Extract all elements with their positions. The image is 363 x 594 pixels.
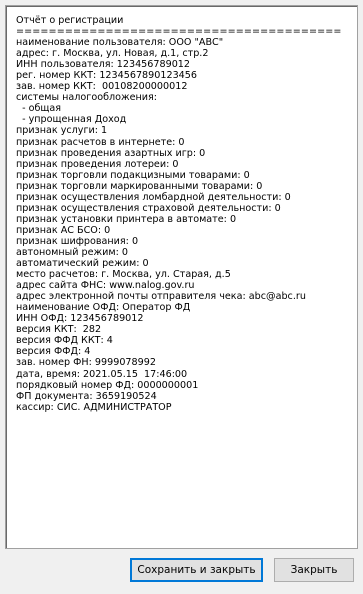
report-line: признак осуществления ломбардной деятель…	[16, 191, 291, 203]
dialog-footer: Сохранить и закрыть Закрыть	[0, 549, 363, 594]
report-text-area[interactable]: Отчёт о регистрации ====================…	[5, 5, 358, 549]
report-title: Отчёт о регистрации	[16, 15, 124, 26]
report-line: место расчетов: г. Москва, ул. Старая, д…	[16, 269, 231, 281]
report-line: ИНН пользователя: 123456789012	[16, 59, 191, 71]
report-line: версия ККТ: 282	[16, 324, 102, 336]
report-line: признак торговли подакцизными товарами: …	[16, 169, 250, 181]
close-button[interactable]: Закрыть	[274, 558, 354, 582]
report-line: кассир: СИС. АДМИНИСТРАТОР	[16, 401, 172, 413]
report-line: адрес: г. Москва, ул. Новая, д.1, стр.2	[16, 48, 209, 60]
report-line: версия ФФД ККТ: 4	[16, 335, 113, 347]
report-line: версия ФФД: 4	[16, 346, 91, 358]
report-line: признак торговли маркированными товарами…	[16, 180, 263, 192]
report-line: автоматический режим: 0	[16, 258, 149, 270]
report-line: признак шифрования: 0	[16, 235, 139, 247]
report-line: признак проведения лотереи: 0	[16, 158, 179, 170]
registration-report-window: Отчёт о регистрации ====================…	[0, 0, 363, 594]
report-line: - упрощенная Доход	[16, 114, 127, 126]
report-line: ФП документа: 3659190524	[16, 390, 157, 402]
report-line: дата, время: 2021.05.15 17:46:00	[16, 368, 188, 380]
report-line: порядковый номер ФД: 0000000001	[16, 379, 199, 391]
save-and-close-button[interactable]: Сохранить и закрыть	[130, 558, 263, 582]
report-line: зав. номер ККТ: 00108200000012	[16, 81, 188, 93]
report-line: рег. номер ККТ: 1234567890123456	[16, 70, 197, 82]
report-line: адрес сайта ФНС: www.nalog.gov.ru	[16, 280, 195, 292]
report-line: признак АС БСО: 0	[16, 224, 111, 236]
report-line: адрес электронной почты отправителя чека…	[16, 291, 306, 303]
report-line: наименование ОФД: Оператор ФД	[16, 302, 191, 314]
report-line: признак установки принтера в автомате: 0	[16, 213, 237, 225]
report-line: признак услуги: 1	[16, 125, 108, 137]
report-line: автономный режим: 0	[16, 246, 128, 258]
report-line: признак осуществления страховой деятельн…	[16, 202, 281, 214]
report-line: наименование пользователя: ООО "АВС"	[16, 37, 224, 49]
report-lines: Отчёт о регистрации ====================…	[16, 15, 353, 413]
report-line: зав. номер ФН: 9999078992	[16, 357, 156, 369]
report-line: признак проведения азартных игр: 0	[16, 147, 206, 159]
report-line: ИНН ОФД: 123456789012	[16, 313, 144, 325]
report-line: признак расчетов в интернете: 0	[16, 136, 185, 148]
report-line: - общая	[16, 103, 62, 115]
report-line: системы налогообложения:	[16, 92, 158, 104]
report-separator: ========================================	[16, 26, 342, 38]
